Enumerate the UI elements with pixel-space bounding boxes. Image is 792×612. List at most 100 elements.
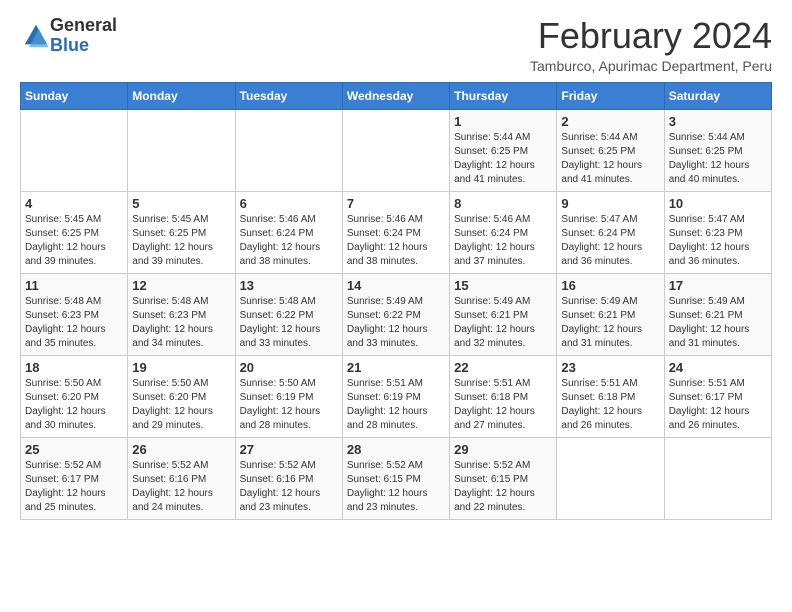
day-info: Sunrise: 5:44 AMSunset: 6:25 PMDaylight:…	[669, 131, 767, 187]
calendar-cell: 24Sunrise: 5:51 AMSunset: 6:17 PMDayligh…	[664, 355, 771, 437]
day-info: Sunrise: 5:50 AMSunset: 6:20 PMDaylight:…	[25, 377, 123, 433]
header-friday: Friday	[557, 82, 664, 109]
week-row-5: 25 Sunrise: 5:52 AMSunset: 6:17 PMDayligh…	[21, 437, 772, 519]
day-info: Sunrise: 5:52 AMSunset: 6:15 PMDaylight:…	[454, 459, 552, 515]
day-info: Sunrise: 5:52 AMSunset: 6:16 PMDaylight:…	[132, 459, 230, 515]
header-monday: Monday	[128, 82, 235, 109]
day-number: 5	[132, 196, 230, 211]
calendar-cell	[235, 109, 342, 191]
calendar-cell: 10 Sunrise: 5:47 AMSunset: 6:23 PMDayligh…	[664, 191, 771, 273]
calendar-cell: 25 Sunrise: 5:52 AMSunset: 6:17 PMDayligh…	[21, 437, 128, 519]
day-info: Sunrise: 5:49 AMSunset: 6:21 PMDaylight:…	[669, 295, 767, 351]
day-info: Sunrise: 5:44 AMSunset: 6:25 PMDaylight:…	[454, 131, 552, 187]
calendar-cell: 23 Sunrise: 5:51 AMSunset: 6:18 PMDayligh…	[557, 355, 664, 437]
calendar-cell: 5 Sunrise: 5:45 AMSunset: 6:25 PMDaylight…	[128, 191, 235, 273]
calendar-table: SundayMondayTuesdayWednesdayThursdayFrid…	[20, 82, 772, 520]
calendar-cell: 4 Sunrise: 5:45 AMSunset: 6:25 PMDaylight…	[21, 191, 128, 273]
calendar-cell: 22 Sunrise: 5:51 AMSunset: 6:18 PMDayligh…	[450, 355, 557, 437]
calendar-cell: 15Sunrise: 5:49 AMSunset: 6:21 PMDayligh…	[450, 273, 557, 355]
calendar-cell: 20 Sunrise: 5:50 AMSunset: 6:19 PMDayligh…	[235, 355, 342, 437]
week-row-3: 11 Sunrise: 5:48 AMSunset: 6:23 PMDayligh…	[21, 273, 772, 355]
calendar-cell	[557, 437, 664, 519]
day-number: 16	[561, 278, 659, 293]
calendar-cell: 19 Sunrise: 5:50 AMSunset: 6:20 PMDayligh…	[128, 355, 235, 437]
logo-general: General	[50, 15, 117, 35]
day-info: Sunrise: 5:48 AMSunset: 6:23 PMDaylight:…	[132, 295, 230, 351]
day-info: Sunrise: 5:50 AMSunset: 6:19 PMDaylight:…	[240, 377, 338, 433]
calendar-cell	[342, 109, 449, 191]
day-info: Sunrise: 5:45 AMSunset: 6:25 PMDaylight:…	[25, 213, 123, 269]
calendar-cell: 9Sunrise: 5:47 AMSunset: 6:24 PMDaylight…	[557, 191, 664, 273]
day-info: Sunrise: 5:48 AMSunset: 6:22 PMDaylight:…	[240, 295, 338, 351]
day-number: 1	[454, 114, 552, 129]
calendar-cell: 8 Sunrise: 5:46 AMSunset: 6:24 PMDaylight…	[450, 191, 557, 273]
day-info: Sunrise: 5:51 AMSunset: 6:19 PMDaylight:…	[347, 377, 445, 433]
page-header: General Blue February 2024 Tamburco, Apu…	[20, 16, 772, 74]
calendar-cell: 14 Sunrise: 5:49 AMSunset: 6:22 PMDayligh…	[342, 273, 449, 355]
day-number: 11	[25, 278, 123, 293]
day-info: Sunrise: 5:52 AMSunset: 6:16 PMDaylight:…	[240, 459, 338, 515]
month-title: February 2024	[530, 16, 772, 56]
day-number: 23	[561, 360, 659, 375]
day-number: 20	[240, 360, 338, 375]
day-number: 21	[347, 360, 445, 375]
calendar-cell: 27Sunrise: 5:52 AMSunset: 6:16 PMDayligh…	[235, 437, 342, 519]
calendar-cell: 6 Sunrise: 5:46 AMSunset: 6:24 PMDaylight…	[235, 191, 342, 273]
day-info: Sunrise: 5:46 AMSunset: 6:24 PMDaylight:…	[240, 213, 338, 269]
day-info: Sunrise: 5:52 AMSunset: 6:15 PMDaylight:…	[347, 459, 445, 515]
day-number: 13	[240, 278, 338, 293]
calendar-cell: 2 Sunrise: 5:44 AMSunset: 6:25 PMDaylight…	[557, 109, 664, 191]
day-number: 14	[347, 278, 445, 293]
day-number: 17	[669, 278, 767, 293]
day-number: 6	[240, 196, 338, 211]
day-number: 18	[25, 360, 123, 375]
calendar-cell: 26Sunrise: 5:52 AMSunset: 6:16 PMDayligh…	[128, 437, 235, 519]
week-row-1: 1 Sunrise: 5:44 AMSunset: 6:25 PMDaylight…	[21, 109, 772, 191]
day-number: 19	[132, 360, 230, 375]
header-sunday: Sunday	[21, 82, 128, 109]
header-row: SundayMondayTuesdayWednesdayThursdayFrid…	[21, 82, 772, 109]
day-info: Sunrise: 5:44 AMSunset: 6:25 PMDaylight:…	[561, 131, 659, 187]
day-info: Sunrise: 5:48 AMSunset: 6:23 PMDaylight:…	[25, 295, 123, 351]
week-row-4: 18 Sunrise: 5:50 AMSunset: 6:20 PMDayligh…	[21, 355, 772, 437]
day-number: 8	[454, 196, 552, 211]
header-wednesday: Wednesday	[342, 82, 449, 109]
day-info: Sunrise: 5:49 AMSunset: 6:22 PMDaylight:…	[347, 295, 445, 351]
calendar-cell	[128, 109, 235, 191]
title-block: February 2024 Tamburco, Apurimac Departm…	[530, 16, 772, 74]
day-info: Sunrise: 5:50 AMSunset: 6:20 PMDaylight:…	[132, 377, 230, 433]
calendar-cell: 18 Sunrise: 5:50 AMSunset: 6:20 PMDayligh…	[21, 355, 128, 437]
day-info: Sunrise: 5:51 AMSunset: 6:18 PMDaylight:…	[561, 377, 659, 433]
location: Tamburco, Apurimac Department, Peru	[530, 58, 772, 74]
calendar-cell: 11 Sunrise: 5:48 AMSunset: 6:23 PMDayligh…	[21, 273, 128, 355]
calendar-cell: 21 Sunrise: 5:51 AMSunset: 6:19 PMDayligh…	[342, 355, 449, 437]
calendar-cell: 17 Sunrise: 5:49 AMSunset: 6:21 PMDayligh…	[664, 273, 771, 355]
day-number: 25	[25, 442, 123, 457]
day-number: 7	[347, 196, 445, 211]
day-number: 29	[454, 442, 552, 457]
header-tuesday: Tuesday	[235, 82, 342, 109]
day-info: Sunrise: 5:46 AMSunset: 6:24 PMDaylight:…	[347, 213, 445, 269]
day-number: 22	[454, 360, 552, 375]
calendar-cell: 12Sunrise: 5:48 AMSunset: 6:23 PMDayligh…	[128, 273, 235, 355]
day-info: Sunrise: 5:49 AMSunset: 6:21 PMDaylight:…	[454, 295, 552, 351]
day-info: Sunrise: 5:47 AMSunset: 6:23 PMDaylight:…	[669, 213, 767, 269]
day-number: 24	[669, 360, 767, 375]
day-info: Sunrise: 5:52 AMSunset: 6:17 PMDaylight:…	[25, 459, 123, 515]
day-info: Sunrise: 5:45 AMSunset: 6:25 PMDaylight:…	[132, 213, 230, 269]
calendar-cell: 29 Sunrise: 5:52 AMSunset: 6:15 PMDayligh…	[450, 437, 557, 519]
calendar-cell: 28 Sunrise: 5:52 AMSunset: 6:15 PMDayligh…	[342, 437, 449, 519]
day-info: Sunrise: 5:51 AMSunset: 6:18 PMDaylight:…	[454, 377, 552, 433]
day-number: 2	[561, 114, 659, 129]
logo-blue: Blue	[50, 35, 89, 55]
day-info: Sunrise: 5:47 AMSunset: 6:24 PMDaylight:…	[561, 213, 659, 269]
day-info: Sunrise: 5:46 AMSunset: 6:24 PMDaylight:…	[454, 213, 552, 269]
day-number: 10	[669, 196, 767, 211]
week-row-2: 4 Sunrise: 5:45 AMSunset: 6:25 PMDaylight…	[21, 191, 772, 273]
day-info: Sunrise: 5:49 AMSunset: 6:21 PMDaylight:…	[561, 295, 659, 351]
header-saturday: Saturday	[664, 82, 771, 109]
day-number: 28	[347, 442, 445, 457]
calendar-cell	[21, 109, 128, 191]
day-number: 3	[669, 114, 767, 129]
day-number: 4	[25, 196, 123, 211]
